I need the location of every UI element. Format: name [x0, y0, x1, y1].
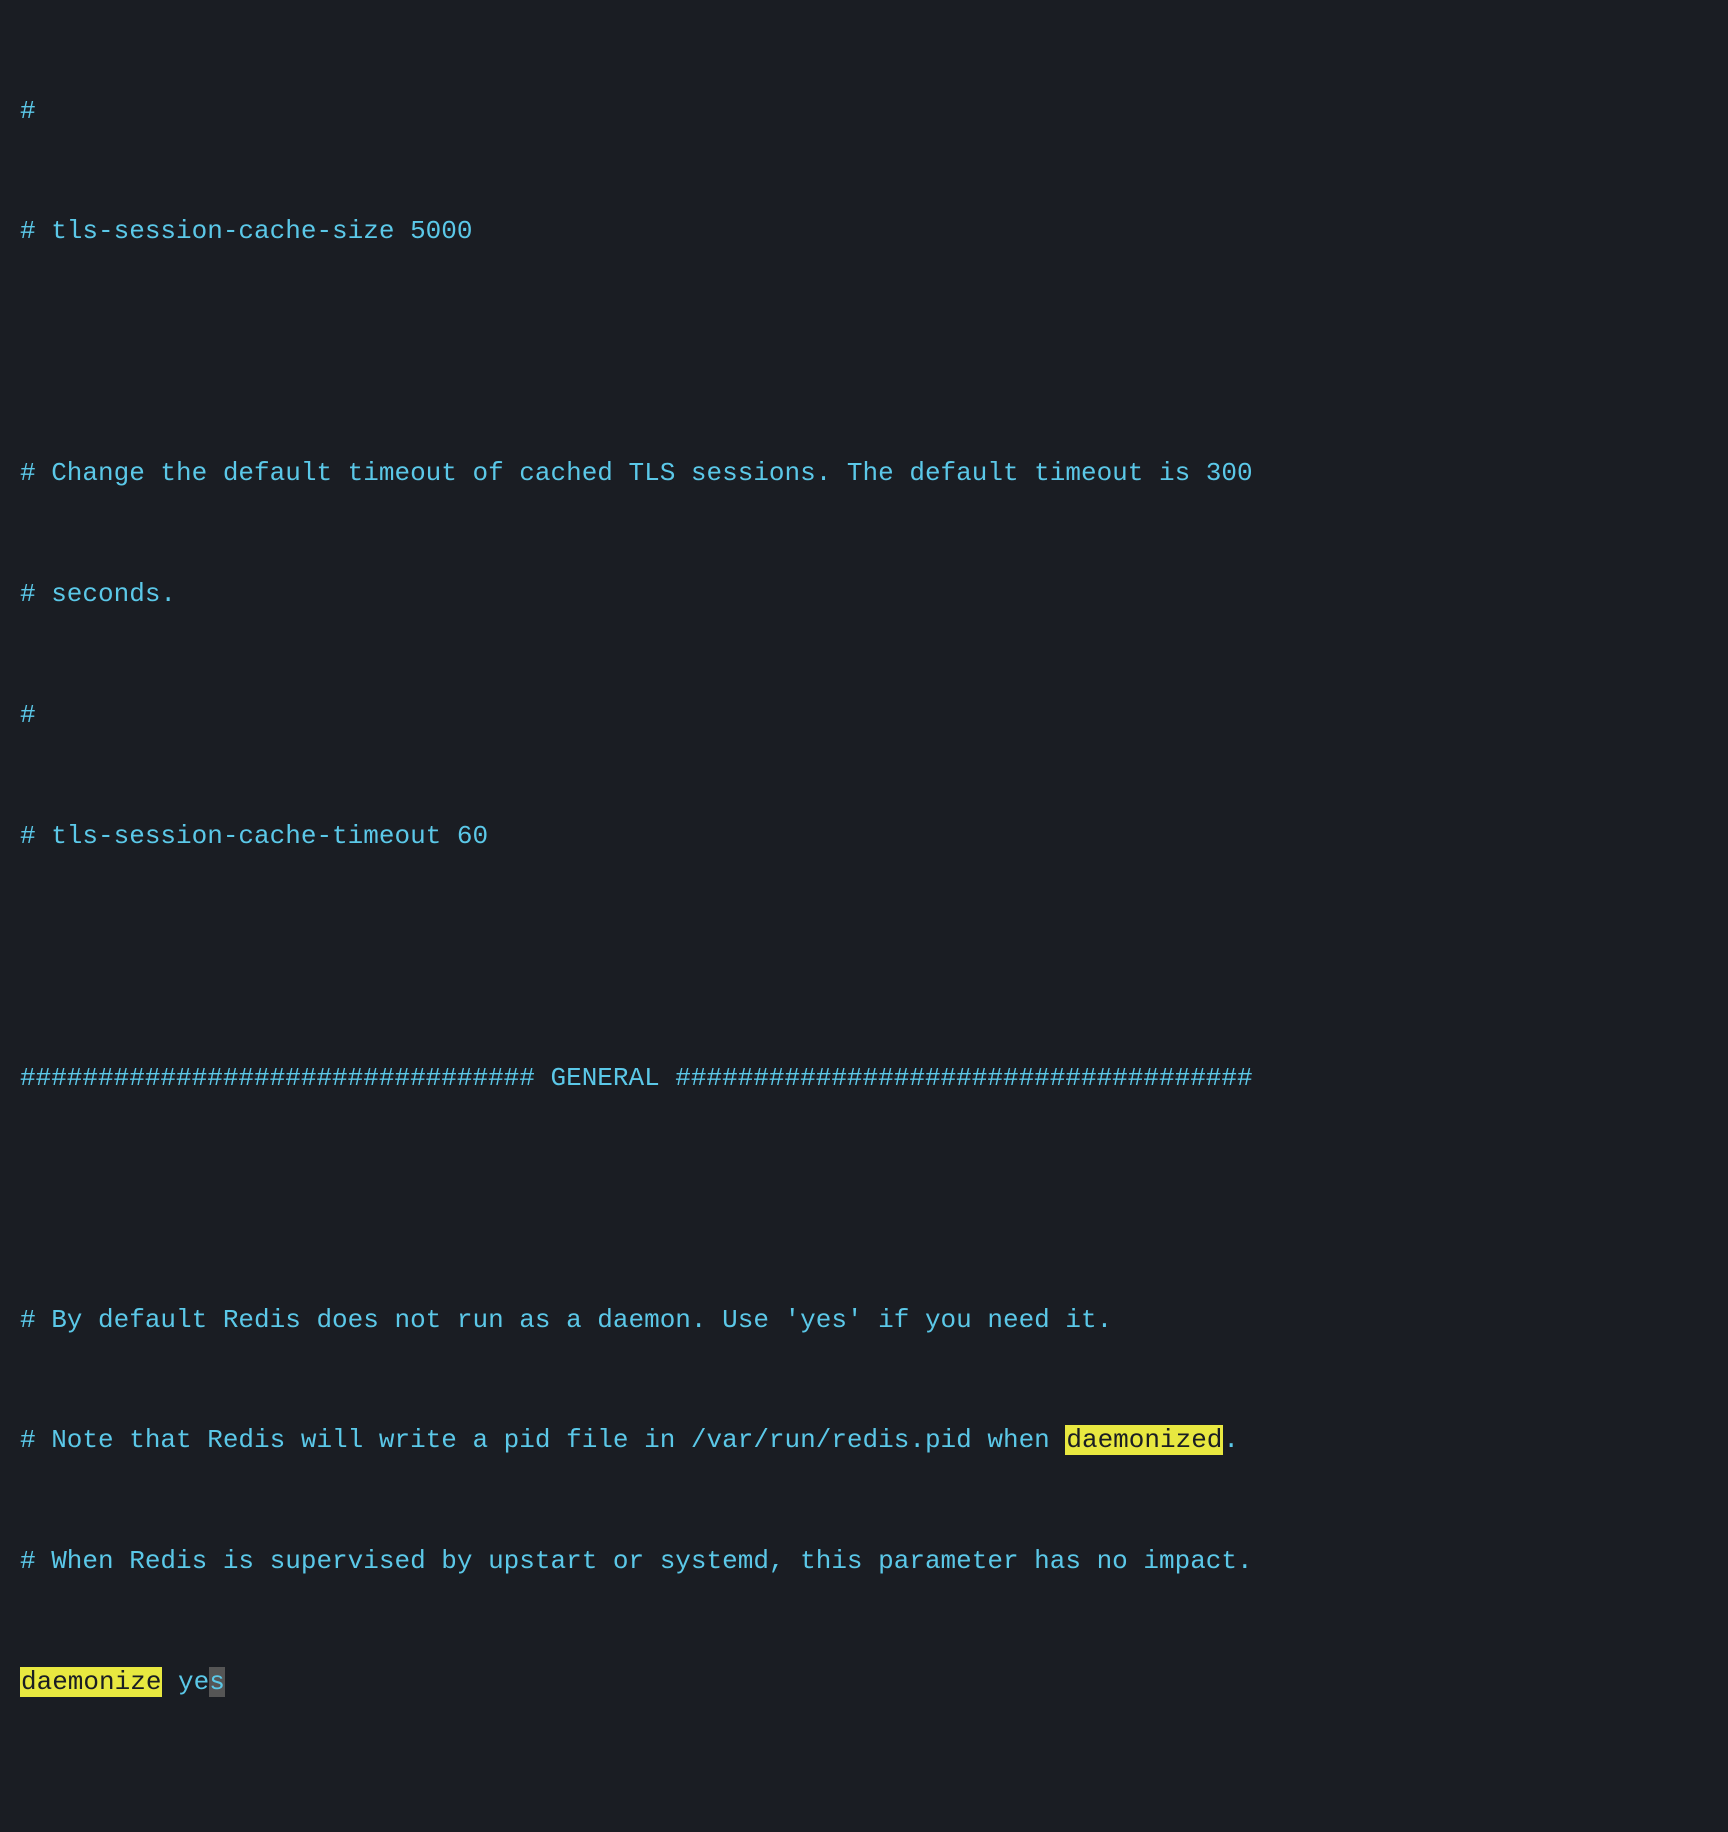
line-6: # — [20, 695, 1708, 735]
line-13: # When Redis is supervised by upstart or… — [20, 1541, 1708, 1581]
daemonize-value: ye — [162, 1667, 209, 1697]
section-divider: ################################# GENERA… — [20, 1058, 1708, 1098]
line-7: # tls-session-cache-timeout 60 — [20, 816, 1708, 856]
line-1: # — [20, 91, 1708, 131]
line-8 — [20, 937, 1708, 977]
daemonized-highlight: daemonized — [1065, 1425, 1223, 1455]
line-10 — [20, 1179, 1708, 1219]
comment-before-highlight: # Note that Redis will write a pid file … — [20, 1425, 1065, 1455]
line-15 — [20, 1783, 1708, 1823]
line-14: daemonize yes — [20, 1662, 1708, 1702]
comment-after-highlight: . — [1223, 1425, 1239, 1455]
code-editor: # # tls-session-cache-size 5000 # Change… — [20, 10, 1708, 1832]
line-12: # Note that Redis will write a pid file … — [20, 1420, 1708, 1460]
line-2: # tls-session-cache-size 5000 — [20, 211, 1708, 251]
line-5: # seconds. — [20, 574, 1708, 614]
cursor-s: s — [209, 1667, 225, 1697]
line-3 — [20, 332, 1708, 372]
daemonize-key: daemonize — [20, 1667, 162, 1697]
line-4: # Change the default timeout of cached T… — [20, 453, 1708, 493]
line-11: # By default Redis does not run as a dae… — [20, 1300, 1708, 1340]
